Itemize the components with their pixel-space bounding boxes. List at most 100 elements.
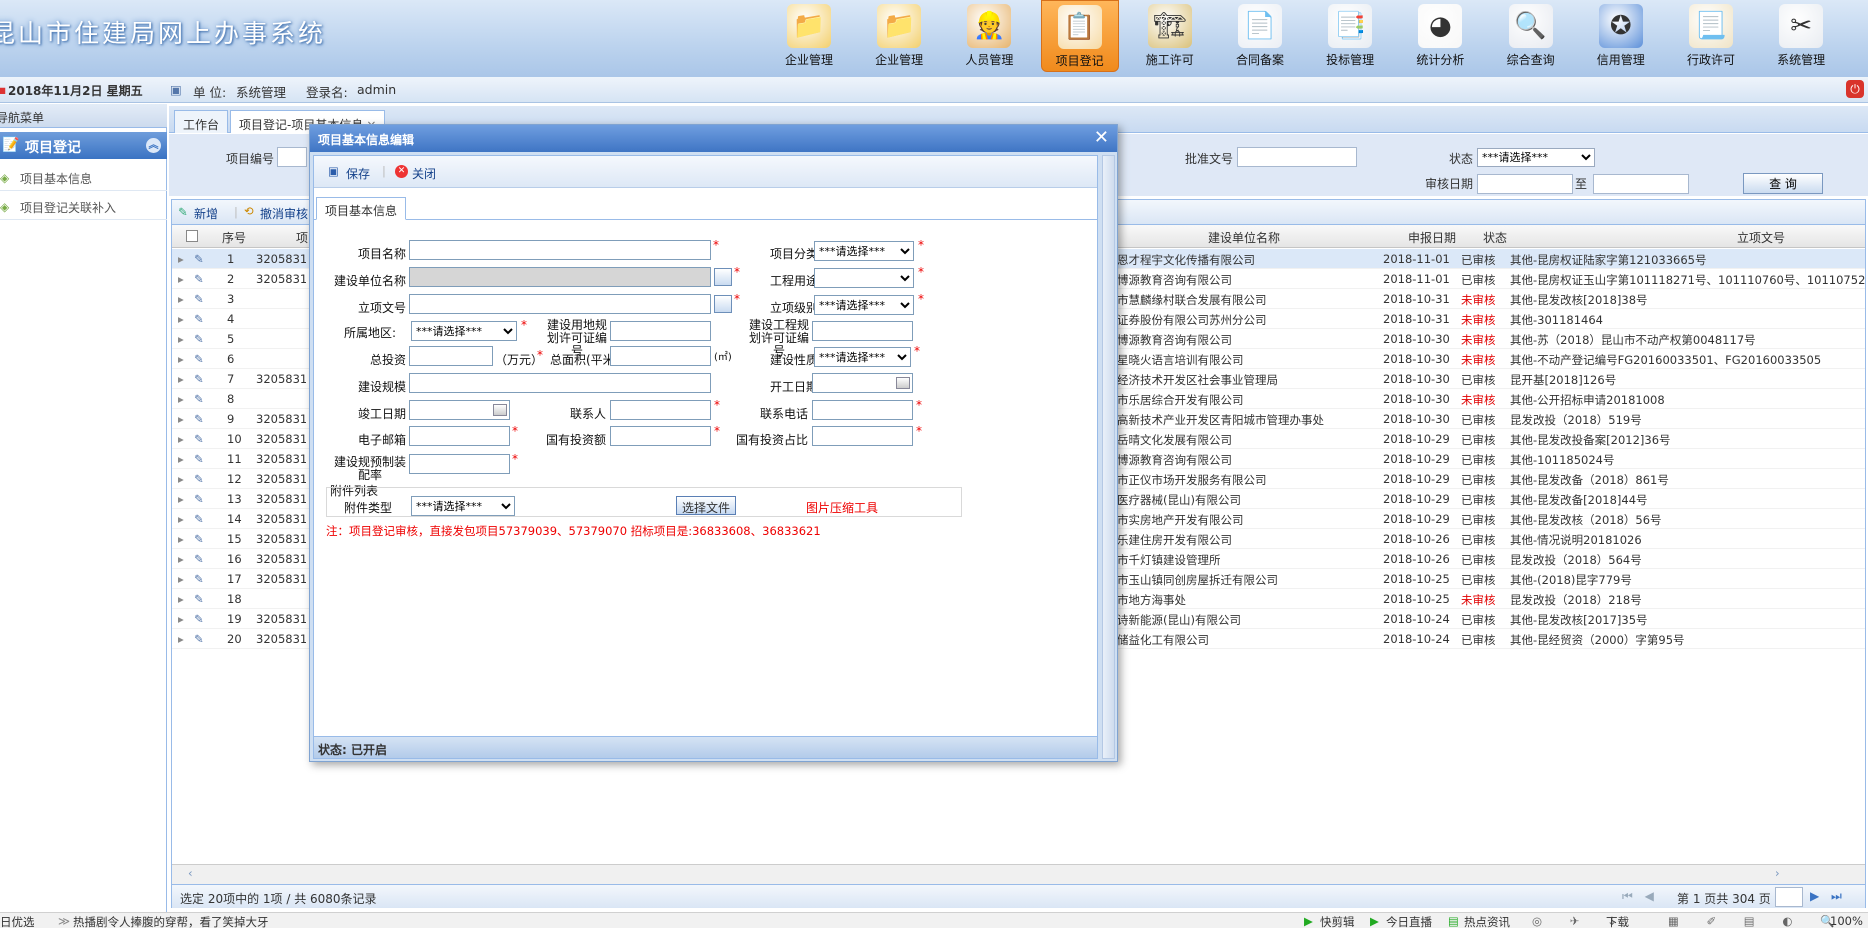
topnav-8[interactable]: ◕ 统计分析 [1401,0,1479,72]
expand-icon[interactable]: ▸ [178,432,184,446]
calendar-icon[interactable] [896,377,910,389]
contact-input[interactable] [610,400,711,420]
topnav-12[interactable]: ✂ 系统管理 [1762,0,1840,72]
expand-icon[interactable]: ▸ [178,552,184,566]
expand-icon[interactable]: ▸ [178,612,184,626]
topnav-10[interactable]: ✪ 信用管理 [1582,0,1660,72]
save-button[interactable]: 保存 [346,165,370,182]
edit-icon[interactable]: ✎ [194,412,204,426]
zoom-level[interactable]: 100% [1830,914,1863,928]
expand-icon[interactable]: ▸ [178,372,184,386]
audit-date-to[interactable] [1593,174,1689,194]
expand-icon[interactable]: ▸ [178,512,184,526]
edit-icon[interactable]: ✎ [194,592,204,606]
topnav-3[interactable]: 👷 人员管理 [950,0,1028,72]
tab-basic-info[interactable]: 项目基本信息 [316,197,407,220]
topnav-6[interactable]: 📄 合同备案 [1221,0,1299,72]
scale-input[interactable] [409,373,711,393]
state-invest-input[interactable] [610,426,711,446]
power-icon[interactable]: ⏻ [1846,80,1864,98]
horizontal-scrollbar[interactable]: ‹ › [172,864,1865,884]
approval-no-input[interactable] [409,294,711,314]
edit-icon[interactable]: ✎ [194,392,204,406]
quick-edit-link[interactable]: 快剪辑 [1320,914,1355,928]
prefab-input[interactable] [409,454,510,474]
edit-icon[interactable]: ✎ [194,432,204,446]
scroll-left-icon[interactable]: ‹ [188,866,193,880]
close-button[interactable]: 关闭 [412,165,436,182]
expand-icon[interactable]: ▸ [178,632,184,646]
expand-icon[interactable]: ▸ [178,252,184,266]
sidebar-item-project-info[interactable]: ◈ 项目基本信息 [0,163,167,191]
edit-icon[interactable]: ✎ [194,452,204,466]
approval-level-select[interactable]: ***请选择*** [814,295,914,315]
state-ratio-input[interactable] [812,426,913,446]
expand-icon[interactable]: ▸ [178,332,184,346]
expand-icon[interactable]: ▸ [178,352,184,366]
compress-tool-link[interactable]: 图片压缩工具 [806,499,878,516]
live-link[interactable]: 今日直播 [1386,914,1432,928]
close-icon[interactable]: ✕ [1094,128,1109,148]
expand-icon[interactable]: ▸ [178,292,184,306]
edit-icon[interactable]: ✎ [194,292,204,306]
next-last-icon[interactable]: ▶ ⏭ [1810,889,1846,904]
edit-icon[interactable]: ✎ [194,472,204,486]
topnav-1[interactable]: 📁 企业管理 [770,0,848,72]
project-category-select[interactable]: ***请选择*** [814,241,914,261]
tool-icons[interactable]: ▦ ✐ ▤ ◐ 🔍 [1668,914,1846,928]
edit-icon[interactable]: ✎ [194,312,204,326]
topnav-7[interactable]: 📑 投标管理 [1311,0,1389,72]
page-input[interactable] [1775,887,1803,907]
news-ticker[interactable]: 热播剧令人捧腹的穿帮，看了笑掉大牙 [73,914,269,928]
scroll-right-icon[interactable]: › [1775,866,1780,880]
expand-icon[interactable]: ▸ [178,392,184,406]
lookup-icon[interactable] [714,268,732,286]
edit-icon[interactable]: ✎ [194,332,204,346]
lookup-icon[interactable] [714,295,732,313]
email-input[interactable] [409,426,510,446]
tab-workbench[interactable]: 工作台 [174,110,229,133]
nature-select[interactable]: ***请选择*** [814,347,911,367]
edit-icon[interactable]: ✎ [194,552,204,566]
project-name-input[interactable] [409,240,711,260]
sidebar-item-related-entry[interactable]: ◈ 项目登记关联补入 [0,192,167,220]
edit-icon[interactable]: ✎ [194,532,204,546]
add-button[interactable]: 新增 [194,205,218,222]
query-button[interactable]: 查 询 [1743,173,1823,194]
edit-icon[interactable]: ✎ [194,512,204,526]
expand-icon[interactable]: ▸ [178,272,184,286]
region-select[interactable]: ***请选择*** [411,321,517,341]
approval-no-input[interactable] [1237,147,1357,167]
project-no-input[interactable] [277,147,307,167]
expand-icon[interactable]: ▸ [178,312,184,326]
edit-icon[interactable]: ✎ [194,492,204,506]
land-permit-input[interactable] [610,321,711,341]
investment-input[interactable] [409,346,493,366]
edit-icon[interactable]: ✎ [194,612,204,626]
expand-icon[interactable]: ▸ [178,412,184,426]
first-prev-icon[interactable]: ⏮ ◀ [1622,889,1658,904]
area-input[interactable] [610,346,711,366]
cancel-audit-button[interactable]: 撤消审核 [260,205,308,222]
sidebar-group-project[interactable]: 📝 项目登记 ︽ [0,132,167,159]
edit-icon[interactable]: ✎ [194,632,204,646]
phone-input[interactable] [812,400,913,420]
download-link[interactable]: 下载 [1606,914,1629,928]
dialog-title-bar[interactable]: 项目基本信息编辑 [310,125,1117,152]
topnav-9[interactable]: 🔍 综合查询 [1492,0,1570,72]
expand-icon[interactable]: ▸ [178,572,184,586]
edit-icon[interactable]: ✎ [194,252,204,266]
expand-icon[interactable]: ▸ [178,592,184,606]
attach-type-select[interactable]: ***请选择*** [411,496,515,516]
expand-icon[interactable]: ▸ [178,532,184,546]
edit-icon[interactable]: ✎ [194,272,204,286]
topnav-11[interactable]: 📃 行政许可 [1672,0,1750,72]
topnav-5[interactable]: 🏗 施工许可 [1131,0,1209,72]
expand-icon[interactable]: ▸ [178,452,184,466]
hot-news-link[interactable]: 热点资讯 [1464,914,1510,928]
expand-icon[interactable]: ▸ [178,492,184,506]
edit-icon[interactable]: ✎ [194,572,204,586]
topnav-4[interactable]: 📋 项目登记 [1040,0,1119,72]
calendar-icon[interactable] [493,404,507,416]
edit-icon[interactable]: ✎ [194,372,204,386]
